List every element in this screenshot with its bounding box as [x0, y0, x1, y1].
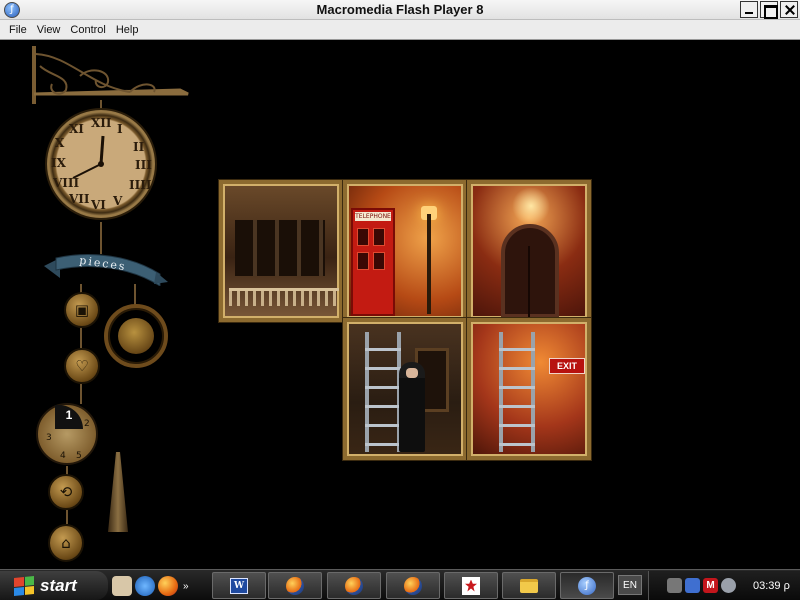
taskbar-app-button[interactable] — [444, 572, 498, 599]
wall-clock: XII I II III IIII V VI VII VIII IX X XI — [45, 108, 157, 220]
close-button[interactable] — [780, 1, 798, 18]
booth-pane — [373, 228, 385, 246]
puzzle-tile-door[interactable] — [466, 179, 592, 323]
puzzle-tile-exit[interactable]: EXIT — [466, 317, 592, 461]
app-icon — [462, 576, 480, 595]
system-tray: M 03:39 ρ — [648, 571, 800, 600]
window-controls — [740, 1, 798, 19]
ornamental-bracket — [32, 46, 189, 104]
balcony-railing — [229, 288, 339, 306]
chain — [80, 384, 82, 404]
start-button[interactable]: start — [0, 571, 108, 600]
network-icon[interactable] — [667, 578, 682, 593]
rotate-icon: ⟲ — [59, 483, 73, 501]
taskbar-firefox-button[interactable] — [327, 572, 381, 599]
media-player-icon[interactable] — [158, 576, 178, 596]
clock-hands — [72, 135, 105, 179]
lamp-post — [427, 214, 431, 314]
chain — [100, 222, 102, 254]
booth-pane — [373, 252, 385, 270]
restart-button[interactable]: ⟲ — [48, 474, 84, 510]
puzzle-tile-building[interactable] — [218, 179, 344, 323]
taskbar-folder-button[interactable] — [502, 572, 556, 599]
monitor-icon[interactable] — [685, 578, 700, 593]
taskbar: start » W ƒ EN M 03:39 ρ — [0, 569, 800, 600]
exit-sign: EXIT — [549, 358, 585, 374]
language-indicator[interactable]: EN — [618, 575, 642, 595]
firefox-icon — [286, 576, 304, 595]
door-split — [528, 246, 530, 318]
ladder — [365, 332, 401, 452]
monitor-icon: ▣ — [74, 301, 90, 319]
dial-number: 3 — [46, 433, 52, 443]
minimize-button[interactable] — [740, 1, 758, 18]
maximize-button[interactable] — [760, 1, 778, 19]
taskbar-word-button[interactable]: W — [212, 572, 266, 599]
word-icon: W — [230, 577, 248, 594]
system-clock[interactable]: 03:39 ρ — [753, 580, 790, 592]
booth-pane — [357, 252, 369, 270]
firefox-icon — [345, 576, 363, 595]
building-windows — [235, 220, 325, 276]
arched-door — [501, 224, 559, 318]
menu-file[interactable]: File — [4, 24, 32, 36]
lamp-glow — [511, 188, 551, 224]
character-face — [406, 368, 418, 378]
menu-control[interactable]: Control — [65, 24, 110, 36]
folder-icon — [520, 578, 538, 593]
dial-number: 2 — [84, 419, 90, 429]
start-label: start — [40, 575, 77, 595]
taskbar-firefox-button[interactable] — [268, 572, 322, 599]
menu-help[interactable]: Help — [111, 24, 144, 36]
title-bar: ƒ Macromedia Flash Player 8 — [0, 0, 800, 20]
heart-icon: ♡ — [75, 357, 89, 375]
window-title: Macromedia Flash Player 8 — [316, 2, 484, 17]
booth-pane — [357, 228, 369, 246]
quick-launch-more[interactable]: » — [183, 581, 189, 592]
quick-launch: » — [112, 574, 189, 598]
puzzle-tile-ladder-figure[interactable] — [342, 317, 468, 461]
piece-holder-bowl[interactable] — [118, 318, 154, 354]
chain — [80, 328, 82, 348]
flash-player-icon: ƒ — [578, 576, 596, 595]
taskbar-firefox-button[interactable] — [386, 572, 440, 599]
dial-number: 4 — [60, 451, 66, 461]
taskbar-flash-button[interactable]: ƒ — [560, 572, 614, 599]
dial-number: 5 — [76, 451, 82, 461]
firefox-icon — [404, 576, 422, 595]
windows-logo-icon — [14, 575, 34, 596]
save-piece-button[interactable]: ▣ — [64, 292, 100, 328]
menu-view[interactable]: View — [32, 24, 66, 36]
volume-icon[interactable] — [721, 578, 736, 593]
door-icon: ⌂ — [61, 534, 71, 552]
chain — [66, 510, 68, 524]
antivirus-icon[interactable]: M — [703, 578, 718, 593]
hint-button[interactable]: ♡ — [64, 348, 100, 384]
chain — [134, 284, 136, 306]
menu-bar: File View Control Help — [0, 20, 800, 40]
exit-door-button[interactable]: ⌂ — [48, 524, 84, 562]
telephone-sign: TELEPHONE — [355, 212, 391, 221]
ladder — [499, 332, 535, 452]
puzzle-tile-telephone[interactable]: TELEPHONE — [342, 179, 468, 323]
show-desktop-icon[interactable] — [112, 576, 132, 596]
internet-explorer-icon[interactable] — [135, 576, 155, 596]
